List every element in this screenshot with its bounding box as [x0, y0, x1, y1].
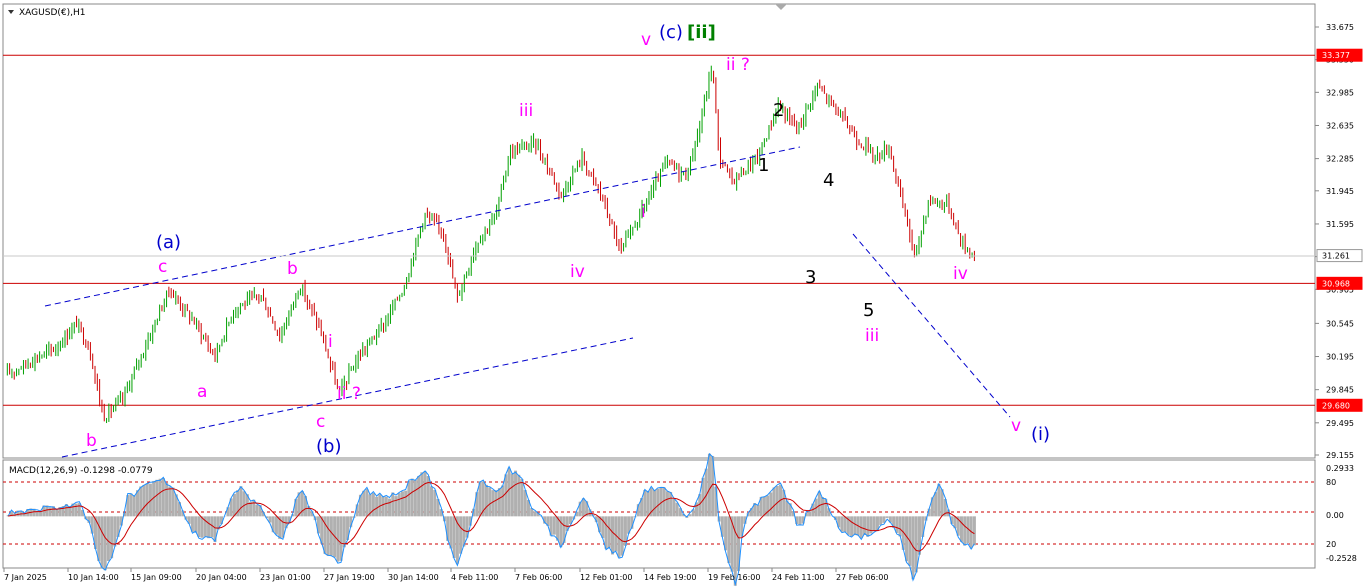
price-tag: 33.377 — [1316, 48, 1363, 62]
time-tick-label: 14 Feb 19:00 — [644, 573, 696, 582]
time-tick-label: 19 Feb 16:00 — [708, 573, 760, 582]
price-tag-label: 31.261 — [1322, 252, 1350, 261]
time-tick-label: 7 Jan 2025 — [4, 573, 47, 582]
price-tick-label: 31.595 — [1326, 220, 1354, 229]
time-axis: 7 Jan 2025 10 Jan 14:00 15 Jan 09:00 20 Jan… — [3, 568, 888, 582]
wave-label: (c) — [659, 22, 683, 43]
price-tag-label: 33.377 — [1322, 51, 1350, 60]
wave-label: b — [287, 259, 298, 279]
macd-tick-label: 80 — [1326, 478, 1336, 487]
price-chart[interactable]: XAGUSD(€),H1 33.67533.33032.98532.63532.… — [0, 0, 1366, 588]
wave-label: iv — [953, 264, 968, 284]
wave-label: i — [641, 202, 646, 222]
time-tick-label: 27 Feb 06:00 — [836, 573, 888, 582]
price-tick-label: 32.985 — [1326, 88, 1354, 97]
wave-label: a — [197, 382, 207, 402]
macd-tick-label: 0.2933 — [1326, 464, 1354, 473]
price-axis: 33.67533.33032.98532.63532.28531.94531.5… — [1315, 23, 1354, 460]
price-tick-label: 30.545 — [1326, 319, 1354, 328]
wave-label: iv — [570, 262, 585, 282]
wave-label: ii ? — [337, 384, 361, 404]
price-tick-label: 30.195 — [1326, 353, 1354, 362]
time-tick-label: 15 Jan 09:00 — [131, 573, 182, 582]
wave-label: (b) — [316, 436, 341, 457]
wave-label: [ii] — [687, 22, 716, 43]
price-tick-label: 29.155 — [1326, 451, 1354, 460]
wave-label: i — [328, 332, 333, 352]
wave-label: 3 — [805, 267, 816, 288]
macd-tick-label: 20 — [1326, 540, 1336, 549]
price-tick-label: 33.675 — [1326, 23, 1354, 32]
wave-label: v — [1011, 416, 1021, 436]
wave-label: (i) — [1031, 424, 1050, 445]
time-tick-label: 7 Feb 06:00 — [515, 573, 562, 582]
time-tick-label: 30 Jan 14:00 — [388, 573, 439, 582]
macd-tick-label: -0.2528 — [1326, 554, 1357, 563]
wave-label: ii ? — [726, 55, 750, 75]
time-tick-label: 20 Jan 04:00 — [196, 573, 247, 582]
price-tag-label: 29.680 — [1322, 401, 1350, 410]
wave-label: c — [316, 412, 325, 432]
price-tag: 29.680 — [1316, 398, 1363, 412]
time-tick-label: 23 Jan 01:00 — [260, 573, 311, 582]
time-tick-label: 4 Feb 11:00 — [451, 573, 498, 582]
price-tick-label: 29.495 — [1326, 419, 1354, 428]
wave-label: iii — [865, 326, 879, 346]
macd-title: MACD(12,26,9) -0.1298 -0.0779 — [9, 466, 153, 476]
time-tick-label: 12 Feb 01:00 — [580, 573, 632, 582]
wave-label: (a) — [156, 232, 181, 253]
macd-tick-label: 0.00 — [1326, 511, 1344, 520]
wave-label: 4 — [823, 170, 834, 191]
wave-label: v — [641, 30, 651, 50]
time-tick-label: 10 Jan 14:00 — [68, 573, 119, 582]
wave-label: 2 — [773, 100, 784, 121]
price-tag-label: 30.968 — [1322, 279, 1350, 288]
wave-label: iii — [519, 101, 533, 121]
chart-title: XAGUSD(€),H1 — [19, 8, 85, 18]
time-tick-label: 27 Jan 19:00 — [324, 573, 375, 582]
wave-label: 5 — [863, 300, 874, 321]
price-tick-label: 32.285 — [1326, 155, 1354, 164]
price-tag: 30.968 — [1316, 276, 1363, 290]
wave-label: 1 — [758, 155, 769, 176]
wave-label: c — [158, 257, 167, 277]
time-tick-label: 24 Feb 11:00 — [772, 573, 824, 582]
price-tick-label: 29.845 — [1326, 386, 1354, 395]
price-tick-label: 32.635 — [1326, 121, 1354, 130]
price-tick-label: 31.945 — [1326, 187, 1354, 196]
price-tag: 31.261 — [1316, 249, 1363, 263]
wave-label: b — [86, 431, 97, 451]
